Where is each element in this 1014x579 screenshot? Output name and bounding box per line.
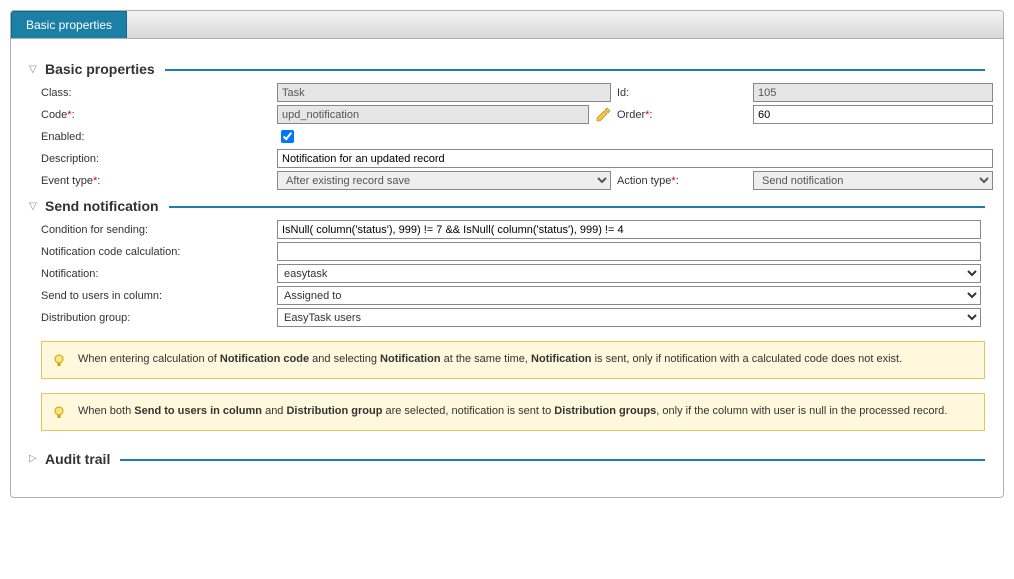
event-type-select[interactable]: After existing record save: [277, 171, 611, 190]
label-send-col: Send to users in column:: [41, 290, 271, 302]
tab-basic-properties[interactable]: Basic properties: [11, 11, 127, 38]
label-notification: Notification:: [41, 268, 271, 280]
lightbulb-icon: [52, 354, 66, 374]
label-order: Order*:: [617, 109, 747, 121]
collapse-icon: ▽: [29, 201, 39, 212]
section-header-send[interactable]: ▽ Send notification: [29, 198, 985, 214]
label-description: Description:: [41, 153, 271, 165]
section-rule: [165, 69, 985, 71]
notification-select[interactable]: easytask: [277, 264, 981, 283]
order-field[interactable]: [753, 105, 993, 124]
enabled-checkbox[interactable]: [281, 130, 294, 143]
label-enabled: Enabled:: [41, 131, 271, 143]
code-field: [277, 105, 589, 124]
label-id: Id:: [617, 87, 747, 99]
section-rule: [120, 459, 985, 461]
form-panel: Basic properties ▽ Basic properties Clas…: [10, 10, 1004, 498]
section-title: Basic properties: [45, 61, 155, 77]
basic-grid: Class: Id: Code*: Order*: Enabled: Descr…: [41, 83, 985, 190]
send-col-select[interactable]: Assigned to: [277, 286, 981, 305]
calc-field[interactable]: [277, 242, 981, 261]
action-type-select[interactable]: Send notification: [753, 171, 993, 190]
send-grid: Condition for sending: Notification code…: [41, 220, 985, 327]
dist-group-select[interactable]: EasyTask users: [277, 308, 981, 327]
condition-field[interactable]: [277, 220, 981, 239]
section-title: Audit trail: [45, 451, 110, 467]
lightbulb-icon: [52, 406, 66, 426]
id-field: [753, 83, 993, 102]
section-header-audit[interactable]: ▷ Audit trail: [29, 451, 985, 467]
panel-body: ▽ Basic properties Class: Id: Code*: Ord…: [11, 39, 1003, 497]
description-field[interactable]: [277, 149, 993, 168]
label-dist-group: Distribution group:: [41, 312, 271, 324]
label-code: Code*:: [41, 109, 271, 121]
edit-code-icon[interactable]: [595, 107, 611, 123]
tab-strip: Basic properties: [11, 11, 1003, 39]
expand-icon: ▷: [29, 453, 39, 464]
info-note-1: When entering calculation of Notificatio…: [41, 341, 985, 379]
section-rule: [169, 206, 985, 208]
label-calc: Notification code calculation:: [41, 246, 271, 258]
label-class: Class:: [41, 87, 271, 99]
collapse-icon: ▽: [29, 64, 39, 75]
label-action-type: Action type*:: [617, 175, 747, 187]
label-condition: Condition for sending:: [41, 224, 271, 236]
section-header-basic[interactable]: ▽ Basic properties: [29, 61, 985, 77]
info-note-2: When both Send to users in column and Di…: [41, 393, 985, 431]
section-title: Send notification: [45, 198, 159, 214]
label-event-type: Event type*:: [41, 175, 271, 187]
class-field: [277, 83, 611, 102]
